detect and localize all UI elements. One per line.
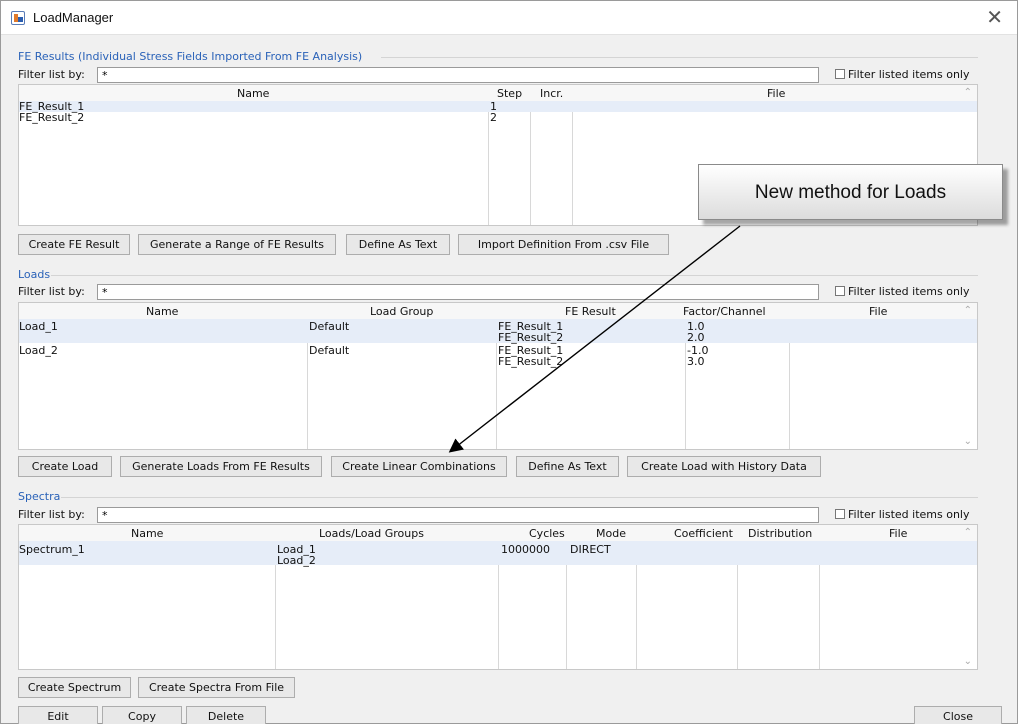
column-header-step[interactable]: Step (497, 87, 522, 100)
spectrum-name: Spectrum_1 (19, 543, 85, 556)
spectrum-cycles: 1000000 (501, 543, 550, 556)
column-header-fe-result[interactable]: FE Result (565, 305, 616, 318)
fe-define-as-text-button[interactable]: Define As Text (346, 234, 450, 255)
column-header-mode[interactable]: Mode (596, 527, 626, 540)
title-bar: LoadManager ✕ (1, 1, 1017, 35)
column-header-coefficient[interactable]: Coefficient (674, 527, 733, 540)
generate-loads-from-fe-results-button[interactable]: Generate Loads From FE Results (120, 456, 322, 477)
loads-filter-checkbox[interactable]: Filter listed items only (835, 285, 970, 298)
copy-button[interactable]: Copy (102, 706, 182, 724)
load-name: Load_1 (19, 320, 58, 333)
annotation-callout-text: New method for Loads (754, 182, 947, 203)
create-load-with-history-data-button[interactable]: Create Load with History Data (627, 456, 821, 477)
loads-filter-checkbox-label: Filter listed items only (848, 285, 970, 298)
app-logo-icon (11, 11, 25, 25)
loads-section-title: Loads (18, 268, 51, 281)
loads-scrollbar[interactable]: ⌃ ⌄ (957, 303, 977, 449)
column-header-cycles[interactable]: Cycles (529, 527, 565, 540)
delete-button[interactable]: Delete (186, 706, 266, 724)
scroll-up-icon[interactable]: ⌃ (964, 87, 972, 98)
column-header-distribution[interactable]: Distribution (748, 527, 812, 540)
edit-button[interactable]: Edit (18, 706, 98, 724)
spectrum-load: Load_2 (277, 554, 316, 567)
loads-filter-label: Filter list by: (18, 285, 85, 298)
column-header-name[interactable]: Name (146, 305, 178, 318)
fe-result-name: FE_Result_2 (19, 111, 85, 124)
spectrum-mode: DIRECT (570, 543, 611, 556)
table-row[interactable]: FE_Result_2 2 (19, 112, 977, 123)
loads-table-header: Name Load Group FE Result Factor/Channel… (19, 303, 977, 319)
column-header-incr[interactable]: Incr. (540, 87, 563, 100)
create-fe-result-button[interactable]: Create FE Result (18, 234, 130, 255)
section-divider (61, 497, 978, 498)
scroll-up-icon[interactable]: ⌃ (964, 305, 972, 316)
annotation-callout: New method for Loads (698, 164, 1003, 220)
load-group: Default (309, 344, 350, 357)
checkbox-icon[interactable] (835, 286, 845, 296)
spectra-filter-label: Filter list by: (18, 508, 85, 521)
checkbox-icon[interactable] (835, 509, 845, 519)
generate-range-fe-results-button[interactable]: Generate a Range of FE Results (138, 234, 336, 255)
column-header-loads-load-groups[interactable]: Loads/Load Groups (319, 527, 424, 540)
column-header-file[interactable]: File (767, 87, 785, 100)
create-linear-combinations-button[interactable]: Create Linear Combinations (331, 456, 507, 477)
load-fe-result: FE_Result_2 (498, 355, 564, 368)
fe-results-filter-input[interactable] (97, 67, 819, 83)
column-header-name[interactable]: Name (131, 527, 163, 540)
spectra-scrollbar[interactable]: ⌃ ⌄ (957, 525, 977, 669)
fe-results-filter-label: Filter list by: (18, 68, 85, 81)
fe-results-table-header: Name Step Incr. File (19, 85, 977, 101)
spectra-filter-checkbox-label: Filter listed items only (848, 508, 970, 521)
scroll-up-icon[interactable]: ⌃ (964, 527, 972, 538)
load-fe-result: FE_Result_2 (498, 331, 564, 344)
create-spectrum-button[interactable]: Create Spectrum (18, 677, 131, 698)
import-csv-button[interactable]: Import Definition From .csv File (458, 234, 669, 255)
load-manager-window: LoadManager ✕ FE Results (Individual Str… (0, 0, 1018, 724)
fe-results-filter-checkbox[interactable]: Filter listed items only (835, 68, 970, 81)
load-group: Default (309, 320, 350, 333)
fe-result-step: 2 (490, 111, 497, 124)
load-factor: 3.0 (687, 355, 705, 368)
loads-filter-input[interactable] (97, 284, 819, 300)
loads-table[interactable]: Name Load Group FE Result Factor/Channel… (18, 302, 978, 450)
table-row[interactable]: Load_2 Default FE_Result_1 FE_Result_2 -… (19, 343, 977, 367)
column-header-load-group[interactable]: Load Group (370, 305, 433, 318)
spectra-filter-checkbox[interactable]: Filter listed items only (835, 508, 970, 521)
spectra-table-header: Name Loads/Load Groups Cycles Mode Coeff… (19, 525, 977, 541)
scroll-down-icon[interactable]: ⌄ (964, 656, 972, 667)
load-name: Load_2 (19, 344, 58, 357)
loads-define-as-text-button[interactable]: Define As Text (516, 456, 619, 477)
spectra-filter-input[interactable] (97, 507, 819, 523)
checkbox-icon[interactable] (835, 69, 845, 79)
section-divider (51, 275, 978, 276)
column-header-file[interactable]: File (869, 305, 887, 318)
column-header-factor-channel[interactable]: Factor/Channel (683, 305, 766, 318)
create-spectra-from-file-button[interactable]: Create Spectra From File (138, 677, 295, 698)
create-load-button[interactable]: Create Load (18, 456, 112, 477)
close-button[interactable]: Close (914, 706, 1002, 724)
scroll-down-icon[interactable]: ⌄ (964, 436, 972, 447)
spectra-section-title: Spectra (18, 490, 61, 503)
fe-results-section-title: FE Results (Individual Stress Fields Imp… (18, 50, 363, 63)
load-factor: 2.0 (687, 331, 705, 344)
column-header-name[interactable]: Name (237, 87, 269, 100)
window-title: LoadManager (33, 10, 114, 25)
table-row[interactable]: FE_Result_1 1 (19, 101, 977, 112)
section-divider (381, 57, 978, 58)
table-row[interactable]: Spectrum_1 Load_1 Load_2 1000000 DIRECT (19, 541, 977, 567)
column-header-file[interactable]: File (889, 527, 907, 540)
close-window-icon[interactable]: ✕ (986, 6, 1003, 28)
table-row[interactable]: Load_1 Default FE_Result_1 FE_Result_2 1… (19, 319, 977, 343)
spectra-table[interactable]: Name Loads/Load Groups Cycles Mode Coeff… (18, 524, 978, 670)
fe-results-filter-checkbox-label: Filter listed items only (848, 68, 970, 81)
